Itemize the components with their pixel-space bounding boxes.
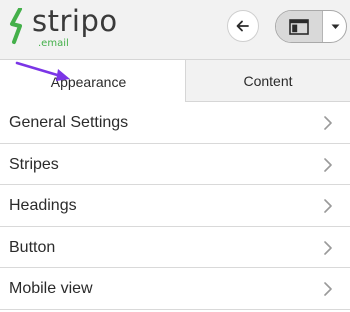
chevron-right-icon <box>324 282 332 297</box>
view-mode-dropdown[interactable] <box>323 11 346 42</box>
settings-item-mobile-view[interactable]: Mobile view <box>0 268 350 310</box>
view-mode-switcher <box>275 10 347 43</box>
view-mode-button[interactable] <box>276 11 323 42</box>
chevron-right-icon <box>324 240 332 255</box>
settings-item-label: Mobile view <box>9 280 93 298</box>
arrow-left-icon <box>236 20 249 32</box>
settings-item-headings[interactable]: Headings <box>0 185 350 227</box>
stripo-logo: stripo .email <box>8 4 118 50</box>
settings-item-label: Button <box>9 238 56 256</box>
back-button[interactable] <box>227 10 259 42</box>
logo-subtext: .email <box>38 38 69 49</box>
logo-wordmark: stripo <box>32 4 118 38</box>
settings-item-label: Headings <box>9 197 77 215</box>
chevron-right-icon <box>324 157 332 172</box>
chevron-right-icon <box>324 116 332 130</box>
settings-item-stripes[interactable]: Stripes <box>0 144 350 186</box>
tab-content-label: Content <box>243 72 293 89</box>
layout-panel-icon <box>289 18 309 35</box>
settings-item-label: General Settings <box>9 114 129 131</box>
chevron-right-icon <box>324 199 332 213</box>
annotation-arrow-icon <box>15 61 70 81</box>
caret-down-icon <box>331 24 339 29</box>
settings-item-button[interactable]: Button <box>0 227 350 269</box>
stripo-logo-mark <box>10 8 22 44</box>
settings-list: General Settings Stripes Headings Button… <box>0 102 350 310</box>
settings-item-label: Stripes <box>9 155 59 173</box>
settings-item-general[interactable]: General Settings <box>0 102 350 144</box>
tab-content[interactable]: Content <box>186 60 350 102</box>
top-toolbar: stripo .email <box>0 0 350 60</box>
